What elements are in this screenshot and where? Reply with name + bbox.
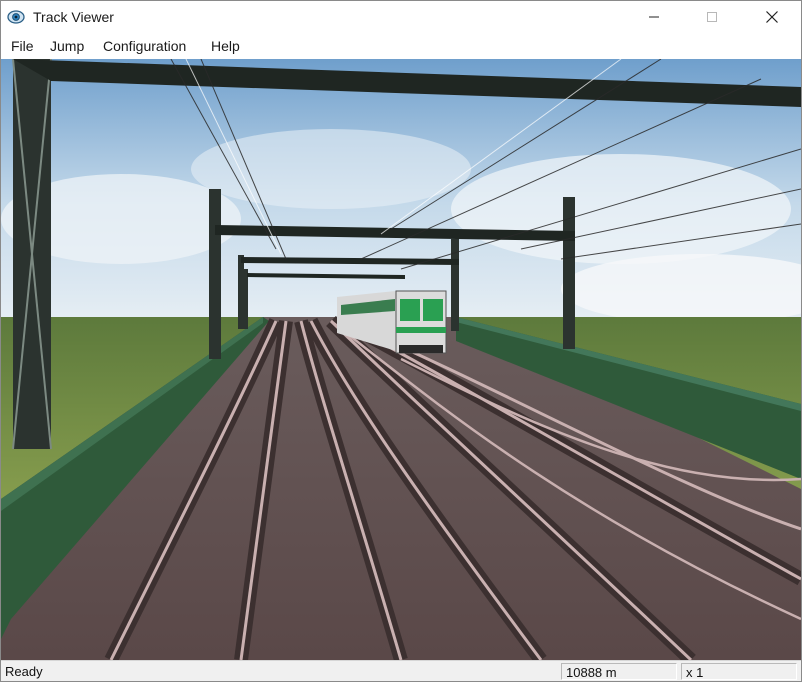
menu-jump[interactable]: Jump: [50, 38, 84, 54]
maximize-button[interactable]: [689, 1, 735, 33]
status-speed: x 1: [681, 663, 797, 680]
minimize-icon: [649, 16, 659, 18]
track-viewer-window: Track Viewer File Jump Configuration Hel…: [0, 0, 802, 682]
close-icon: [766, 11, 778, 23]
title-bar[interactable]: Track Viewer: [1, 1, 801, 33]
maximize-icon: [707, 12, 717, 22]
minimize-button[interactable]: [631, 1, 677, 33]
menu-help[interactable]: Help: [211, 38, 240, 54]
status-bar: Ready 10888 m x 1: [1, 660, 801, 681]
menu-bar: File Jump Configuration Help: [1, 33, 801, 59]
status-distance: 10888 m: [561, 663, 677, 680]
menu-file[interactable]: File: [11, 38, 34, 54]
window-title: Track Viewer: [33, 9, 114, 25]
track-3d-viewport[interactable]: [1, 59, 801, 660]
status-message: Ready: [5, 664, 43, 679]
track-scene: [1, 59, 801, 660]
app-eye-icon: [7, 10, 25, 24]
menu-configuration[interactable]: Configuration: [103, 38, 186, 54]
close-button[interactable]: [749, 1, 795, 33]
